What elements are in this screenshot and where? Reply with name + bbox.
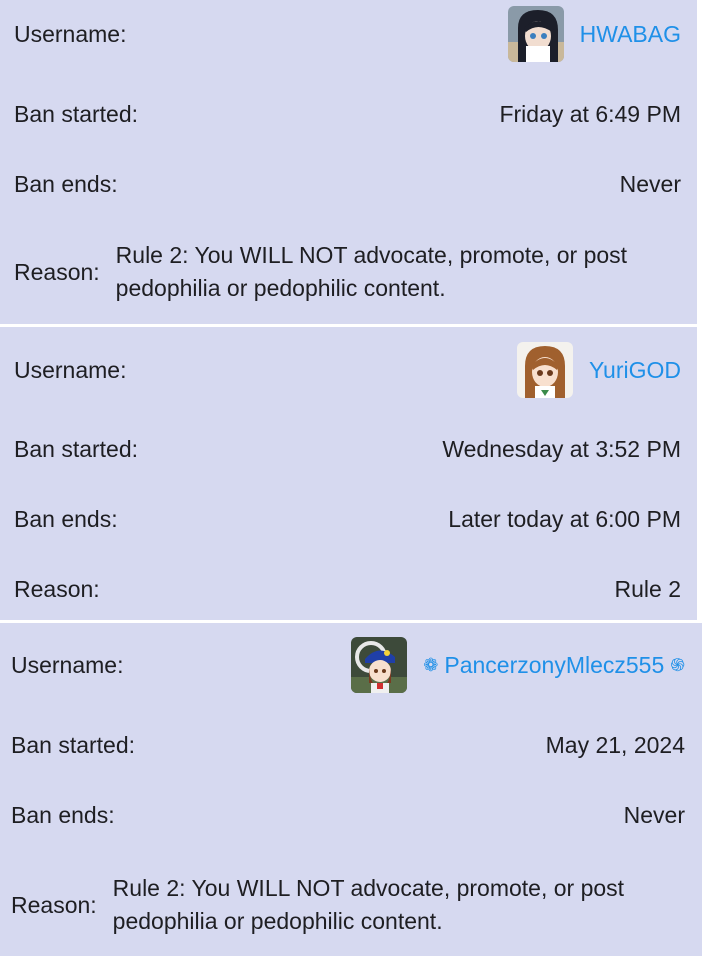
ban-ends-label: Ban ends: xyxy=(14,170,118,197)
user-link[interactable]: YuriGOD xyxy=(516,342,681,398)
ban-ends-row: Ban ends: Never xyxy=(0,150,697,218)
ban-ends-row: Ban ends: Later today at 6:00 PM xyxy=(0,487,697,551)
anime-avatar-blue-cap-icon xyxy=(351,637,408,693)
ban-ends-label: Ban ends: xyxy=(11,801,115,828)
reason-label: Reason: xyxy=(11,891,97,918)
username-link[interactable]: PancerzonyMlecz555 xyxy=(444,653,664,677)
ban-ends-label: Ban ends: xyxy=(14,505,118,532)
reason-value: Rule 2 xyxy=(614,575,681,602)
username-label: Username: xyxy=(11,651,124,678)
ban-ends-value: Never xyxy=(623,801,685,828)
ban-started-row: Ban started: May 21, 2024 xyxy=(0,713,702,777)
ban-ends-row: Ban ends: Never xyxy=(0,783,702,847)
ban-started-label: Ban started: xyxy=(14,100,139,127)
ban-started-row: Ban started: Wednesday at 3:52 PM xyxy=(0,417,697,481)
swirl-decoration-icon: ֍ xyxy=(670,655,685,675)
ban-started-value: May 21, 2024 xyxy=(545,731,685,758)
anime-avatar-brown-hair-icon xyxy=(516,342,573,398)
reason-text: Rule 2: You WILL NOT advocate, promote, … xyxy=(112,875,625,934)
user-link[interactable]: ❁ PancerzonyMlecz555 ֍ xyxy=(351,637,685,693)
reason-row: Reason: Rule 2: You WILL NOT advocate, p… xyxy=(0,232,697,312)
ban-card: Username: YuriGOD Ban started: Wednesday… xyxy=(0,327,697,620)
ban-started-value: Friday at 6:49 PM xyxy=(499,100,681,127)
anime-avatar-dark-hair-icon xyxy=(507,6,564,62)
username-row: Username: ❁ PancerzonyMlecz555 ֍ xyxy=(0,633,702,697)
avatar[interactable] xyxy=(351,637,408,693)
ban-ends-value: Later today at 6:00 PM xyxy=(448,505,681,532)
avatar[interactable] xyxy=(507,6,564,62)
ban-started-label: Ban started: xyxy=(11,731,136,758)
username-link[interactable]: YuriGOD xyxy=(589,358,681,382)
ban-card: Username: ❁ PancerzonyMlecz555 ֍ Ban sta… xyxy=(0,623,702,956)
flower-decoration-icon: ❁ xyxy=(423,655,439,675)
ban-started-row: Ban started: Friday at 6:49 PM xyxy=(0,80,697,148)
username-row: Username: HWABAG xyxy=(0,0,697,68)
reason-label: Reason: xyxy=(14,258,100,285)
reason-text: Rule 2: You WILL NOT advocate, promote, … xyxy=(115,242,628,301)
reason-label: Reason: xyxy=(14,575,100,602)
username-label: Username: xyxy=(14,20,127,47)
reason-row: Reason: Rule 2: You WILL NOT advocate, p… xyxy=(0,865,702,945)
ban-started-label: Ban started: xyxy=(14,435,139,462)
username-link-group[interactable]: ❁ PancerzonyMlecz555 ֍ xyxy=(423,653,685,677)
ban-ends-value: Never xyxy=(619,170,681,197)
ban-list: Username: HWABAG Ban started: Friday at … xyxy=(0,0,702,956)
username-link[interactable]: HWABAG xyxy=(580,22,681,46)
ban-started-value: Wednesday at 3:52 PM xyxy=(442,435,681,462)
username-row: Username: YuriGOD xyxy=(0,339,697,401)
avatar[interactable] xyxy=(516,342,573,398)
ban-card: Username: HWABAG Ban started: Friday at … xyxy=(0,0,697,324)
user-link[interactable]: HWABAG xyxy=(507,6,681,62)
username-label: Username: xyxy=(14,356,127,383)
reason-row: Reason: Rule 2 xyxy=(0,557,697,621)
